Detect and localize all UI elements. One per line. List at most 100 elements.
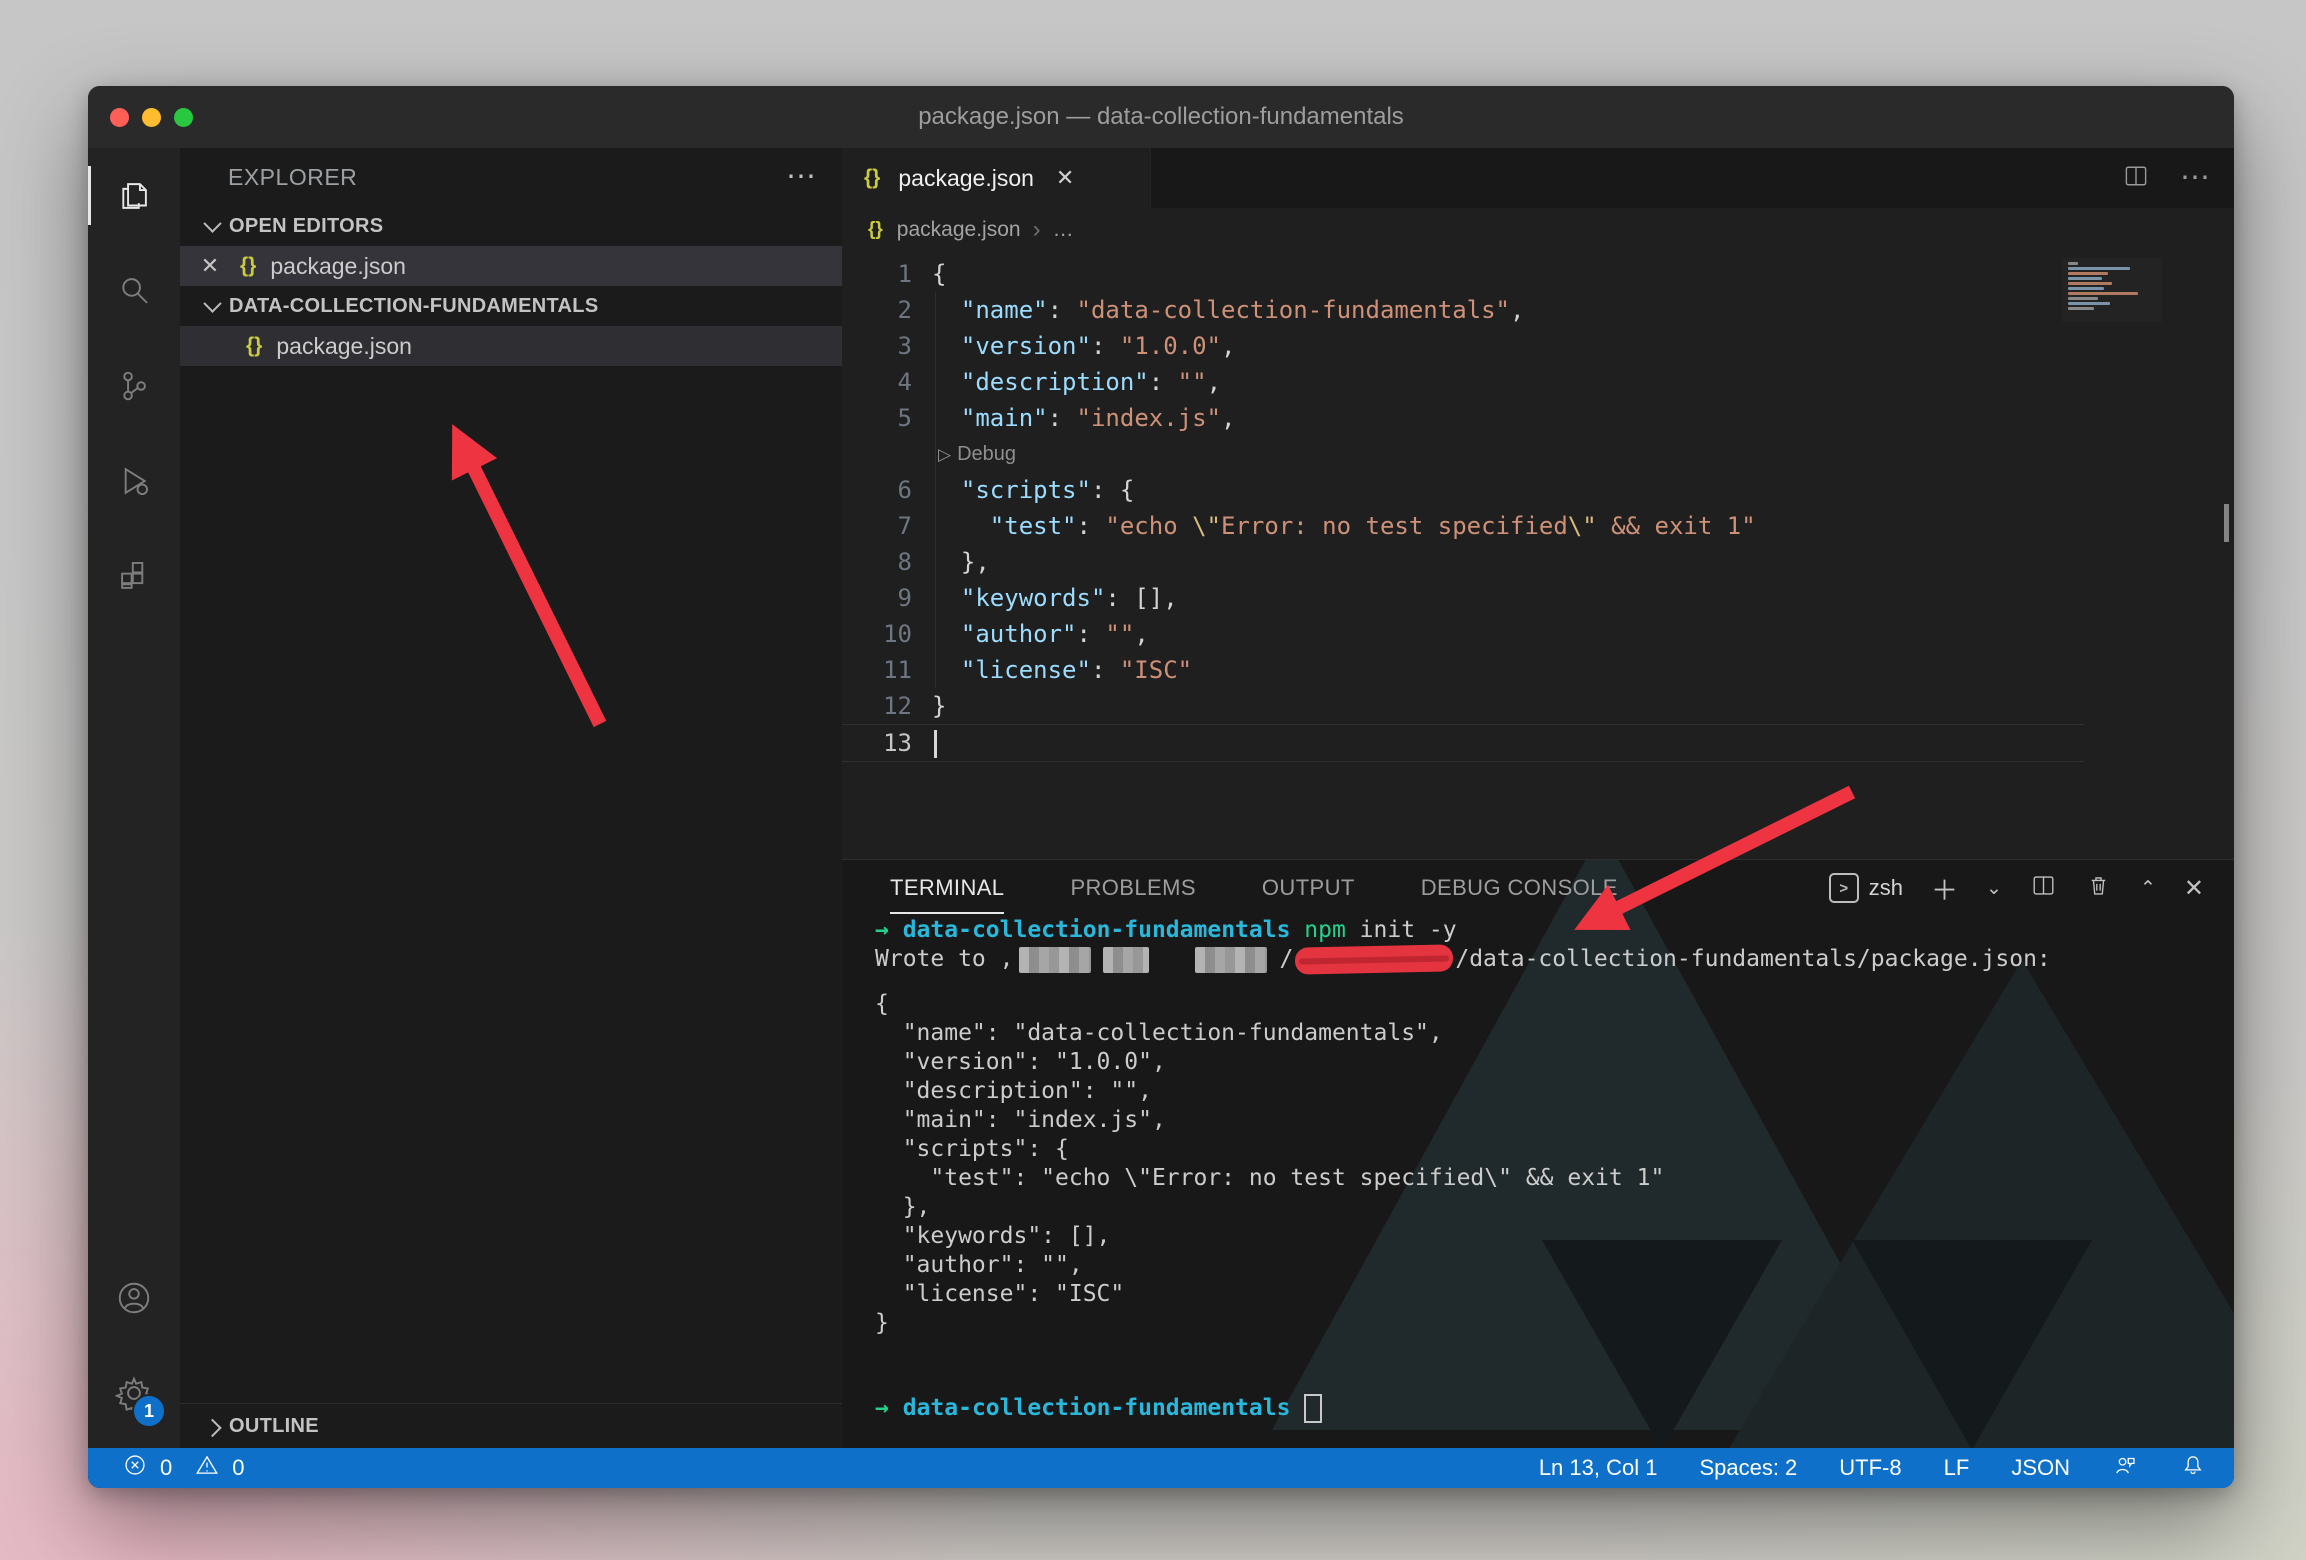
terminal-output-line: "scripts": {	[875, 1135, 2234, 1164]
terminal-prompt-icon: >	[1829, 873, 1859, 903]
line-number: 13	[842, 725, 912, 761]
code-line-2: 2 "name": "data-collection-fundamentals"…	[842, 292, 2234, 328]
split-terminal-icon[interactable]	[2030, 872, 2057, 904]
breadcrumb-file[interactable]: package.json	[897, 218, 1021, 242]
json-file-icon: {}	[246, 334, 262, 358]
activity-bar: 1	[88, 148, 180, 1448]
open-editor-item-package-json[interactable]: ✕ {} package.json	[180, 246, 842, 286]
new-terminal-icon[interactable]: ＋	[1931, 869, 1958, 908]
terminal-actions: > zsh ＋ ⌄ ⌃ ✕	[1829, 860, 2204, 916]
line-number: 9	[842, 580, 912, 616]
chevron-down-icon	[203, 214, 221, 232]
terminal-json-output: { "name": "data-collection-fundamentals"…	[875, 990, 2234, 1338]
terminal-output-line: },	[875, 1193, 2234, 1222]
terminal-output-line: "version": "1.0.0",	[875, 1048, 2234, 1077]
line-number: 4	[842, 364, 912, 400]
terminal-output-line: "author": "",	[875, 1251, 2234, 1280]
code-line-4: 4 "description": "",	[842, 364, 2234, 400]
terminal-command-line: → data-collection-fundamentals npm init …	[875, 916, 2234, 945]
error-count[interactable]: 0	[160, 1455, 172, 1481]
line-number: 11	[842, 652, 912, 688]
more-actions-icon[interactable]: ⋯	[786, 167, 816, 187]
terminal-output-line: "main": "index.js",	[875, 1106, 2234, 1135]
terminal-wrote-line: Wrote to ,//data-collection-fundamentals…	[875, 945, 2234, 974]
tab-output[interactable]: OUTPUT	[1262, 875, 1355, 901]
close-panel-icon[interactable]: ✕	[2184, 874, 2204, 903]
feedback-icon[interactable]	[2112, 1452, 2138, 1484]
zoom-window-button[interactable]	[174, 108, 193, 127]
breadcrumb-more[interactable]: …	[1053, 218, 1074, 242]
encoding[interactable]: UTF-8	[1839, 1455, 1901, 1481]
terminal-output-line: }	[875, 1309, 2234, 1338]
warnings-icon[interactable]	[194, 1452, 220, 1484]
shell-selector[interactable]: > zsh	[1829, 873, 1903, 903]
open-editor-file-label: package.json	[270, 253, 406, 280]
code-line-11: 11 "license": "ISC"	[842, 652, 2234, 688]
settings-badge: 1	[132, 1394, 166, 1428]
redaction-scribble	[1295, 944, 1454, 974]
source-control-icon[interactable]	[88, 338, 180, 433]
vscode-window: package.json — data-collection-fundament…	[88, 86, 2234, 1488]
code-line-9: 9 "keywords": [],	[842, 580, 2234, 616]
notifications-bell-icon[interactable]	[2180, 1452, 2206, 1484]
code-line-7: 7 "test": "echo \"Error: no test specifi…	[842, 508, 2234, 544]
terminal-cursor	[1304, 1394, 1322, 1423]
open-editors-section-header[interactable]: OPEN EDITORS	[180, 206, 842, 246]
json-file-icon: {}	[864, 166, 880, 190]
redacted-pixel-block	[1019, 947, 1091, 973]
line-number: 12	[842, 688, 912, 724]
terminal-output-line: "test": "echo \"Error: no test specified…	[875, 1164, 2234, 1193]
code-line-3: 3 "version": "1.0.0",	[842, 328, 2234, 364]
indentation[interactable]: Spaces: 2	[1699, 1455, 1797, 1481]
window-title: package.json — data-collection-fundament…	[918, 103, 1404, 131]
code-line-5: 5 "main": "index.js",	[842, 400, 2234, 436]
redacted-pixel-block	[1195, 947, 1267, 973]
tab-package-json[interactable]: {} package.json ✕	[842, 148, 1151, 208]
close-icon[interactable]: ✕	[180, 253, 240, 279]
line-number: 1	[842, 256, 912, 292]
run-debug-icon[interactable]	[88, 433, 180, 528]
terminal-content[interactable]: → data-collection-fundamentals npm init …	[842, 916, 2234, 1448]
codelens-debug[interactable]: ▷Debug	[842, 436, 2234, 472]
search-icon[interactable]	[88, 243, 180, 338]
accounts-icon[interactable]	[88, 1250, 180, 1345]
language-mode[interactable]: JSON	[2011, 1455, 2070, 1481]
outline-section-header[interactable]: OUTLINE	[180, 1403, 842, 1448]
breadcrumb[interactable]: {} package.json › …	[842, 208, 2234, 252]
tree-item-package-json[interactable]: {} package.json	[180, 326, 842, 366]
redacted-pixel-block	[1103, 947, 1149, 973]
code-line-6: 6 "scripts": {	[842, 472, 2234, 508]
kill-terminal-icon[interactable]	[2085, 872, 2112, 904]
extensions-icon[interactable]	[88, 528, 180, 623]
close-window-button[interactable]	[110, 108, 129, 127]
shell-name: zsh	[1869, 875, 1903, 901]
close-tab-icon[interactable]: ✕	[1056, 165, 1074, 191]
eol-sequence[interactable]: LF	[1944, 1455, 1970, 1481]
line-number: 2	[842, 292, 912, 328]
json-file-icon: {}	[868, 219, 883, 241]
minimize-window-button[interactable]	[142, 108, 161, 127]
minimap[interactable]	[2062, 258, 2162, 322]
editor-tab-bar: {} package.json ✕ ⋯	[842, 148, 2234, 208]
errors-icon[interactable]	[122, 1452, 148, 1484]
indent-guide	[935, 292, 936, 688]
status-bar: 0 0 Ln 13, Col 1 Spaces: 2 UTF-8 LF JSON	[88, 1448, 2234, 1488]
code-editor[interactable]: 1{2 "name": "data-collection-fundamental…	[842, 252, 2234, 859]
editor-scrollbar[interactable]	[2224, 504, 2229, 542]
breadcrumb-separator-icon: ›	[1033, 216, 1041, 244]
settings-gear-icon[interactable]: 1	[88, 1345, 180, 1440]
terminal-dropdown-icon[interactable]: ⌄	[1986, 877, 2002, 900]
tab-terminal[interactable]: TERMINAL	[890, 875, 1004, 901]
tab-problems[interactable]: PROBLEMS	[1070, 875, 1195, 901]
explorer-icon[interactable]	[88, 148, 180, 243]
line-number: 6	[842, 472, 912, 508]
code-lines: 1{2 "name": "data-collection-fundamental…	[842, 252, 2234, 762]
terminal-output-line: "license": "ISC"	[875, 1280, 2234, 1309]
warning-count[interactable]: 0	[232, 1455, 244, 1481]
maximize-panel-icon[interactable]: ⌃	[2140, 877, 2156, 900]
editor-more-actions-icon[interactable]: ⋯	[2180, 173, 2210, 183]
cursor-position[interactable]: Ln 13, Col 1	[1539, 1455, 1658, 1481]
split-editor-icon[interactable]	[2122, 162, 2150, 195]
workspace-section-header[interactable]: DATA-COLLECTION-FUNDAMENTALS	[180, 286, 842, 326]
tab-debug-console[interactable]: DEBUG CONSOLE	[1421, 875, 1618, 901]
